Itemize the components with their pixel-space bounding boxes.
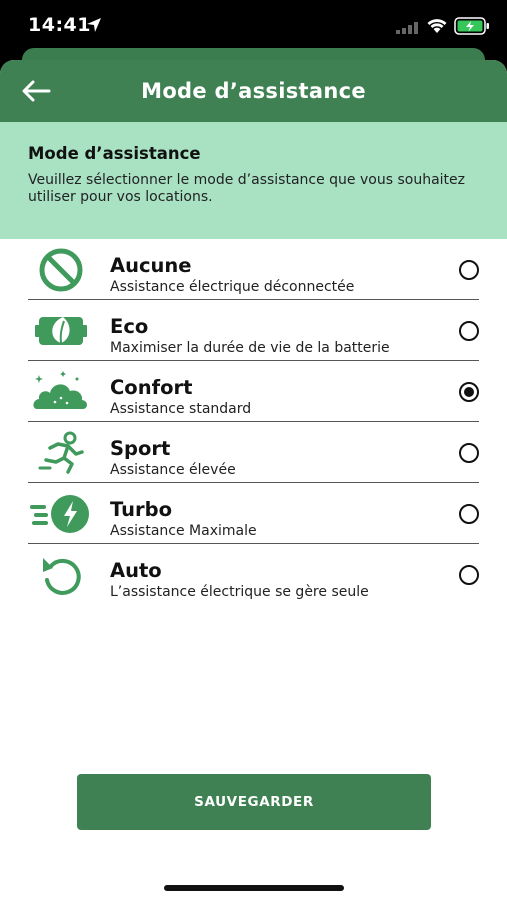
status-time: 14:41 xyxy=(28,14,91,36)
mode-name: Sport xyxy=(110,437,171,460)
mode-name: Confort xyxy=(110,376,193,399)
no-entry-icon xyxy=(30,247,92,293)
mode-name: Aucune xyxy=(110,254,192,277)
wifi-icon xyxy=(427,19,447,33)
home-indicator[interactable] xyxy=(164,885,344,891)
runner-icon xyxy=(30,430,92,476)
mode-item-eco[interactable]: Eco Maximiser la durée de vie de la batt… xyxy=(0,300,507,361)
page-title: Mode d’assistance xyxy=(141,79,366,103)
info-title: Mode d’assistance xyxy=(28,144,201,163)
mode-item-aucune[interactable]: Aucune Assistance électrique déconnectée xyxy=(0,239,507,300)
cellular-signal-icon xyxy=(396,22,418,34)
mode-description: Maximiser la durée de vie de la batterie xyxy=(110,340,390,356)
mode-name: Auto xyxy=(110,559,162,582)
radio-button-selected[interactable] xyxy=(459,382,479,402)
mode-name: Eco xyxy=(110,315,149,338)
cloud-icon xyxy=(30,369,92,415)
battery-charging-icon xyxy=(454,17,489,35)
info-banner: Mode d’assistance Veuillez sélectionner … xyxy=(0,122,507,239)
location-arrow-icon xyxy=(87,18,101,32)
info-text: Veuillez sélectionner le mode d’assistan… xyxy=(28,172,465,205)
radio-button[interactable] xyxy=(459,260,479,280)
assistance-mode-sheet: Mode d’assistance Mode d’assistance Veui… xyxy=(0,60,507,900)
mode-item-confort[interactable]: Confort Assistance standard xyxy=(0,361,507,422)
nav-header: Mode d’assistance xyxy=(0,60,507,122)
mode-description: Assistance élevée xyxy=(110,462,236,478)
radio-button[interactable] xyxy=(459,504,479,524)
status-bar: 14:41 xyxy=(0,0,507,50)
mode-description: Assistance Maximale xyxy=(110,523,257,539)
mode-list: Aucune Assistance électrique déconnectée… xyxy=(0,239,507,605)
mode-name: Turbo xyxy=(110,498,173,521)
save-button[interactable]: SAUVEGARDER xyxy=(77,774,431,830)
radio-button[interactable] xyxy=(459,443,479,463)
lightning-speed-icon xyxy=(30,491,92,537)
mode-description: Assistance standard xyxy=(110,401,252,417)
mode-description: L’assistance électrique se gère seule xyxy=(110,584,369,600)
mode-item-turbo[interactable]: Turbo Assistance Maximale xyxy=(0,483,507,544)
mode-item-auto[interactable]: Auto L’assistance électrique se gère seu… xyxy=(0,544,507,605)
mode-item-sport[interactable]: Sport Assistance élevée xyxy=(0,422,507,483)
mode-description: Assistance électrique déconnectée xyxy=(110,279,355,295)
rotate-arrow-icon xyxy=(30,552,92,598)
radio-button[interactable] xyxy=(459,321,479,341)
leaf-battery-icon xyxy=(30,308,92,354)
radio-button[interactable] xyxy=(459,565,479,585)
